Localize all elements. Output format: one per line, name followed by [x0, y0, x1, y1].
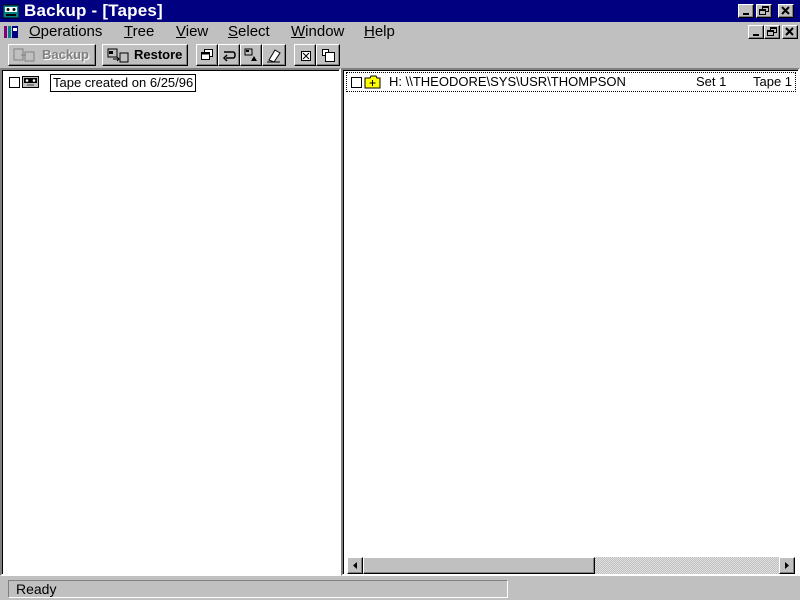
window-title: Backup - [Tapes]	[24, 1, 163, 20]
status-text: Ready	[16, 581, 57, 597]
menu-help[interactable]: Help	[364, 23, 395, 41]
directory-path: H: \\THEODORE\SYS\USR\THOMPSON	[389, 74, 626, 89]
select-all-button[interactable]	[196, 44, 218, 66]
directory-checkbox[interactable]	[351, 77, 362, 88]
doc-restore-button[interactable]	[764, 25, 780, 39]
check-button[interactable]	[294, 44, 316, 66]
backup-set: Set 1	[696, 74, 727, 89]
title-bar[interactable]: Backup - [Tapes]	[0, 0, 800, 22]
restore-button-label: Restore	[134, 47, 183, 62]
restore-icon	[107, 48, 129, 63]
horizontal-scrollbar[interactable]	[347, 557, 795, 574]
directory-list-pane[interactable]: H: \\THEODORE\SYS\USR\THOMPSON Set 1 Tap…	[341, 68, 800, 576]
scroll-right-button[interactable]	[779, 557, 795, 574]
menu-operations[interactable]: Operations	[29, 23, 102, 41]
unchecked-box-icon	[322, 49, 335, 62]
backup-app-icon[interactable]	[3, 3, 19, 19]
undo-button[interactable]	[218, 44, 240, 66]
cascade-windows-icon	[201, 49, 213, 60]
status-bar: Ready	[0, 578, 800, 600]
uncheck-button[interactable]	[316, 44, 340, 66]
menu-view[interactable]: View	[176, 23, 208, 41]
tape-drive-icon	[244, 48, 257, 61]
doc-close-button[interactable]	[782, 25, 798, 39]
tape-icon	[22, 76, 39, 88]
menu-select[interactable]: Select	[228, 23, 270, 41]
arrow-left-icon	[353, 562, 357, 569]
doc-minimize-button[interactable]	[748, 25, 764, 39]
eraser-icon	[267, 49, 281, 63]
tape-item-label[interactable]: Tape created on 6/25/96	[50, 74, 197, 92]
restore-window-icon	[759, 6, 769, 15]
status-field: Ready	[8, 580, 508, 598]
close-icon	[781, 6, 790, 15]
backup-button-label: Backup	[42, 47, 89, 62]
tape-checkbox[interactable]	[9, 77, 20, 88]
close-button[interactable]	[778, 4, 794, 18]
menu-tree[interactable]: Tree	[124, 23, 154, 41]
erase-tape-button[interactable]	[262, 44, 286, 66]
minimize-button[interactable]	[738, 4, 754, 18]
toolbar: Backup Restore	[0, 42, 800, 68]
minimize-icon	[753, 34, 759, 36]
checked-box-icon	[301, 51, 311, 61]
tape-number: Tape 1	[753, 74, 793, 89]
tape-drive-button[interactable]	[240, 44, 262, 66]
list-item[interactable]: H: \\THEODORE\SYS\USR\THOMPSON Set 1 Tap…	[346, 72, 796, 92]
menu-bar: Operations Tree View Select Window Help	[0, 22, 800, 42]
menu-window[interactable]: Window	[291, 23, 344, 41]
restore-button[interactable]: Restore	[102, 44, 188, 66]
restore-window-button[interactable]	[756, 4, 772, 18]
scroll-left-button[interactable]	[347, 557, 363, 574]
backup-icon	[13, 48, 35, 62]
close-icon	[785, 27, 794, 36]
return-arrow-icon	[222, 51, 236, 62]
restore-window-icon	[767, 27, 777, 36]
minimize-icon	[743, 13, 749, 15]
folder-icon	[364, 75, 381, 89]
document-control-icon[interactable]	[3, 24, 19, 40]
arrow-right-icon	[785, 562, 789, 569]
backup-button[interactable]: Backup	[8, 44, 96, 66]
tape-tree-pane[interactable]: Tape created on 6/25/96	[0, 68, 341, 576]
scrollbar-thumb[interactable]	[363, 557, 595, 574]
